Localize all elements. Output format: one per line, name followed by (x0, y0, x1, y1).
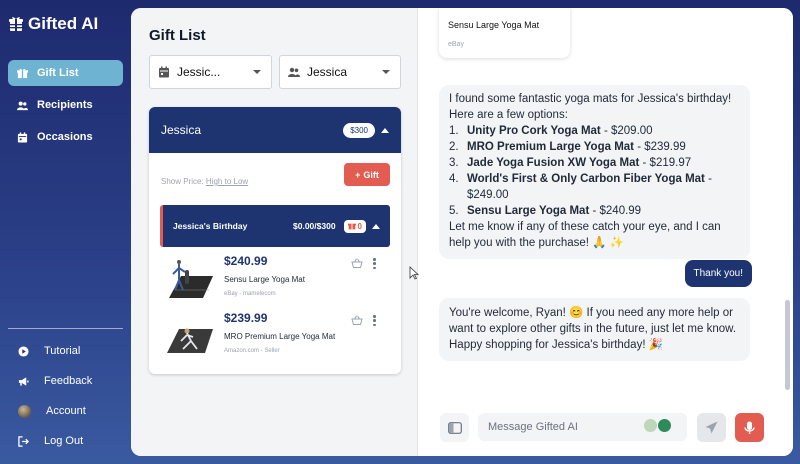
yoga-mat-image (165, 311, 215, 361)
occasion-spend: $0.00/$300 (293, 221, 336, 231)
play-icon (18, 345, 29, 357)
list-item: 1. Unity Pro Cork Yoga Mat - $209.00 (449, 125, 653, 137)
gift-icon (17, 68, 28, 78)
sidebar: Gifted AI Gift List Recipients Occasions… (0, 0, 131, 464)
logout-icon (18, 435, 29, 447)
gift-price: $240.99 (224, 254, 268, 268)
sidebar-item-tutorial[interactable]: Tutorial (8, 338, 123, 364)
add-gift-label: Gift (363, 169, 379, 180)
more-options-icon[interactable] (373, 315, 376, 326)
user-message: Thank you! (684, 260, 752, 287)
extension-icon[interactable] (644, 419, 657, 432)
gift-source: eBay - mamelecom (224, 291, 276, 297)
sort-value-link[interactable]: High to Low (206, 177, 248, 186)
input-extension-badges (644, 419, 671, 432)
gift-item[interactable]: $240.99 Sensu Large Yoga Mat eBay - mame… (165, 254, 391, 304)
main-panel: Gift List Jessic... Jessica Jessica $300… (131, 8, 793, 456)
recipient-filter-value: Jessica (307, 65, 348, 79)
bot-message: You're welcome, Ryan! 😊 If you need any … (439, 298, 750, 361)
chat-pane: Sensu Large Yoga Mat eBay I found some f… (419, 8, 793, 456)
sidebar-item-feedback[interactable]: Feedback (8, 368, 123, 394)
send-icon (705, 421, 718, 434)
brand-logo[interactable]: Gifted AI (9, 14, 98, 34)
bot-message-intro: I found some fantastic yoga mats for Jes… (449, 93, 732, 121)
message-composer (419, 408, 793, 456)
occasion-row[interactable]: Jessica's Birthday $0.00/$300 0 (160, 205, 390, 247)
basket-icon[interactable] (351, 258, 363, 268)
chevron-up-icon[interactable] (381, 127, 389, 133)
sidebar-item-account[interactable]: Account (8, 398, 123, 424)
occasion-filter-value: Jessic... (177, 65, 221, 79)
gift-name: MRO Premium Large Yoga Mat (224, 332, 336, 341)
sidebar-item-log-out[interactable]: Log Out (8, 428, 123, 454)
calendar-icon (159, 66, 169, 78)
sort-label: Show Price: (161, 177, 204, 186)
sidebar-item-label: Tutorial (44, 345, 81, 357)
plus-icon: + (355, 169, 361, 180)
page-title: Gift List (149, 27, 206, 44)
sidebar-item-label: Log Out (44, 435, 84, 447)
sidebar-divider (8, 328, 123, 329)
gift-item[interactable]: $239.99 MRO Premium Large Yoga Mat Amazo… (165, 311, 391, 361)
gift-list-pane: Gift List Jessic... Jessica Jessica $300… (131, 8, 418, 456)
gift-options-list: 1. Unity Pro Cork Yoga Mat - $209.00 2. MR… (449, 123, 740, 219)
panel-toggle-icon (447, 421, 462, 434)
yoga-mat-image (165, 254, 215, 304)
gift-name: Sensu Large Yoga Mat (224, 275, 305, 284)
voice-input-button[interactable] (735, 413, 764, 442)
sidebar-item-label: Recipients (37, 99, 93, 111)
list-item: 3. Jade Yoga Fusion XW Yoga Mat - $219.97 (449, 157, 692, 169)
sidebar-item-label: Gift List (37, 67, 79, 79)
chat-scrollbar[interactable] (785, 300, 790, 390)
calendar-icon (17, 131, 28, 143)
sidebar-nav: Gift List Recipients Occasions (8, 60, 123, 156)
recipient-filter-select[interactable]: Jessica (279, 55, 401, 89)
list-item: 5. Sensu Large Yoga Mat - $240.99 (449, 205, 642, 217)
list-item: 4. World's First & Only Carbon Fiber Yoga… (449, 173, 712, 201)
basket-icon[interactable] (351, 315, 363, 325)
sidebar-toggle-button[interactable] (440, 413, 469, 442)
recipient-card-header[interactable]: Jessica $300 (149, 107, 401, 153)
product-card[interactable]: Sensu Large Yoga Mat eBay (439, 8, 570, 58)
add-gift-button[interactable]: + Gift (344, 163, 390, 186)
bot-message-outro: Let me know if any of these catch your e… (449, 221, 721, 249)
mouse-cursor-icon (409, 266, 419, 280)
occasion-name: Jessica's Birthday (173, 221, 248, 231)
sort-control: Show Price: High to Low (161, 177, 248, 186)
bot-message: I found some fantastic yoga mats for Jes… (439, 85, 750, 259)
more-options-icon[interactable] (373, 258, 376, 269)
sidebar-item-label: Occasions (37, 131, 93, 143)
sidebar-item-gift-list[interactable]: Gift List (8, 60, 123, 86)
budget-badge: $300 (343, 122, 375, 138)
list-item: 2. MRO Premium Large Yoga Mat - $239.99 (449, 141, 686, 153)
sidebar-item-label: Account (46, 405, 86, 417)
gift-price: $239.99 (224, 311, 268, 325)
sidebar-bottom-nav: Tutorial Feedback Account Log Out (8, 338, 123, 458)
users-icon (288, 67, 300, 77)
recipient-card: Jessica $300 Show Price: High to Low + G… (149, 107, 401, 374)
gift-box-icon (9, 16, 23, 32)
megaphone-icon (18, 376, 29, 386)
grammar-icon[interactable] (658, 419, 671, 432)
users-icon (17, 101, 28, 110)
sidebar-item-occasions[interactable]: Occasions (8, 124, 123, 150)
chevron-down-icon (382, 70, 390, 74)
brand-name: Gifted AI (28, 14, 99, 33)
gift-icon (347, 223, 356, 230)
recipient-name: Jessica (161, 123, 202, 137)
gift-source: Amazon.com - Seller (224, 348, 280, 354)
microphone-icon (744, 421, 755, 434)
chevron-down-icon (253, 70, 261, 74)
send-button[interactable] (697, 413, 726, 442)
product-card-source: eBay (448, 41, 464, 48)
occasion-filter-select[interactable]: Jessic... (149, 55, 272, 89)
gift-count: 0 (357, 221, 362, 231)
sidebar-item-recipients[interactable]: Recipients (8, 92, 123, 118)
gift-count-badge: 0 (343, 219, 366, 233)
product-card-name: Sensu Large Yoga Mat (448, 20, 540, 30)
chevron-up-icon[interactable] (372, 223, 380, 229)
sidebar-item-label: Feedback (44, 375, 93, 387)
avatar (18, 404, 31, 418)
